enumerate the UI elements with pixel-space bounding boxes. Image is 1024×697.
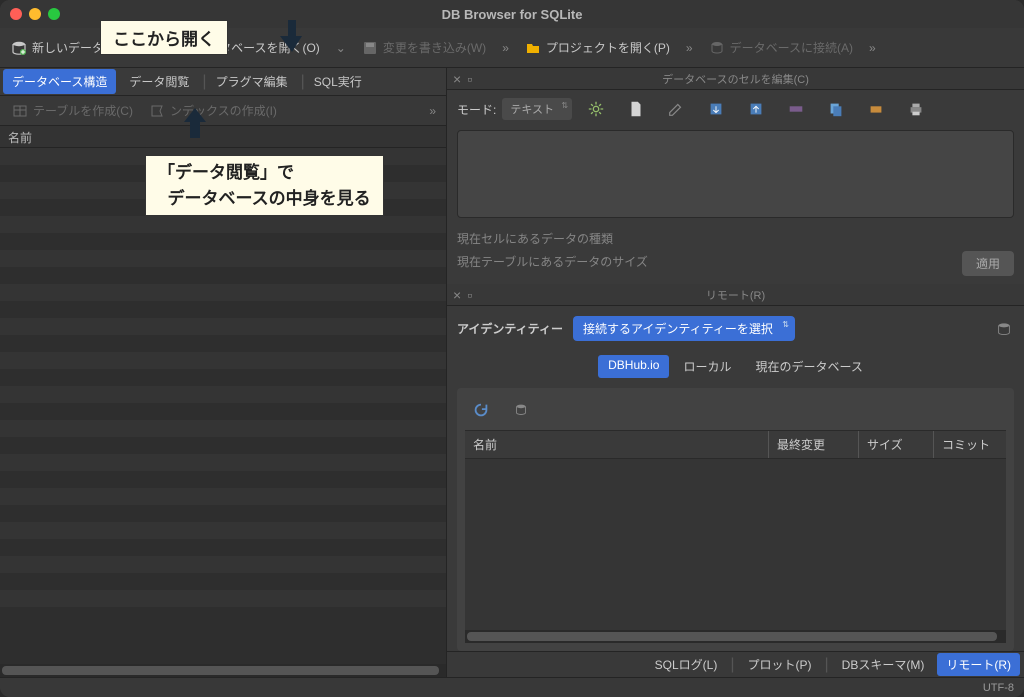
structure-subtoolbar: テーブルを作成(C) ンデックスの作成(I) »: [0, 96, 446, 126]
more-chevron-2[interactable]: »: [680, 41, 699, 55]
edit-icon[interactable]: [666, 99, 686, 119]
btab-schema[interactable]: DBスキーマ(M): [833, 653, 934, 676]
close-window[interactable]: [10, 8, 22, 20]
subtools-more[interactable]: »: [423, 104, 442, 118]
remote-tab-local[interactable]: ローカル: [673, 355, 741, 378]
clear-icon[interactable]: [866, 99, 886, 119]
tab-browse[interactable]: データ閲覧: [120, 69, 198, 94]
remote-list[interactable]: [465, 459, 1006, 630]
cell-editor-header: × ▫ データベースのセルを編集(C): [447, 68, 1024, 90]
cell-textarea[interactable]: [457, 130, 1014, 218]
structure-list[interactable]: [0, 148, 446, 664]
col-name[interactable]: 名前: [465, 431, 769, 458]
remote-hscroll[interactable]: [465, 630, 1006, 643]
open-db-chevron-icon[interactable]: ⌄: [330, 41, 352, 55]
index-icon: [149, 103, 165, 119]
write-changes-button[interactable]: 変更を書き込み(W): [354, 34, 494, 61]
col-last[interactable]: 最終変更: [769, 431, 859, 458]
btab-plot[interactable]: プロット(P): [739, 653, 821, 676]
export-icon[interactable]: [746, 99, 766, 119]
left-tabs: データベース構造 データ閲覧 | プラグマ編集 | SQL実行: [0, 68, 446, 96]
tab-structure[interactable]: データベース構造: [3, 69, 116, 94]
window-title: DB Browser for SQLite: [442, 7, 583, 22]
table-icon: [12, 103, 28, 119]
open-project-button[interactable]: プロジェクトを開く(P): [517, 34, 678, 61]
identity-label: アイデンティティー: [457, 320, 563, 337]
minimize-window[interactable]: [29, 8, 41, 20]
document-icon[interactable]: [626, 99, 646, 119]
remote-header: × ▫ リモート(R): [447, 284, 1024, 306]
remote-dock-undock-icon[interactable]: ▫: [467, 287, 472, 303]
remote-dock-close-icon[interactable]: ×: [453, 287, 461, 303]
annotation-arrow-up-icon: [184, 108, 206, 143]
remote-tab-current[interactable]: 現在のデータベース: [745, 355, 872, 378]
apply-button[interactable]: 適用: [962, 251, 1014, 276]
remote-table-header: 名前 最終変更 サイズ コミット: [465, 430, 1006, 459]
create-index-button[interactable]: ンデックスの作成(I): [141, 97, 285, 124]
connect-database-button[interactable]: データベースに接続(A): [701, 34, 861, 61]
statusbar: UTF-8: [0, 677, 1024, 697]
copy-icon[interactable]: [826, 99, 846, 119]
cell-type-info: 現在セルにあるデータの種類: [457, 230, 1014, 247]
col-commit[interactable]: コミット: [934, 431, 1006, 458]
save-icon: [362, 40, 378, 56]
list-header-name: 名前: [0, 126, 446, 148]
cell-size-info: 現在テーブルにあるデータのサイズ: [457, 253, 648, 270]
null-icon[interactable]: [786, 99, 806, 119]
remote-db-icon[interactable]: [511, 400, 531, 420]
connect-icon: [709, 40, 725, 56]
bottom-tabs: SQLログ(L) | プロット(P) | DBスキーマ(M) リモート(R): [447, 651, 1024, 677]
print-icon[interactable]: [906, 99, 926, 119]
tab-sql[interactable]: SQL実行: [305, 69, 371, 94]
maximize-window[interactable]: [48, 8, 60, 20]
annotation-callout-browse: 「データ閲覧」で データベースの中身を見る: [145, 155, 384, 216]
annotation-arrow-down-icon: [280, 20, 304, 57]
gear-icon[interactable]: [586, 99, 606, 119]
remote-settings-icon[interactable]: [994, 319, 1014, 339]
annotation-callout-open: ここから開く: [100, 20, 228, 55]
import-icon[interactable]: [706, 99, 726, 119]
remote-tab-dbhub[interactable]: DBHub.io: [598, 355, 669, 378]
mode-label: モード:: [457, 101, 496, 118]
identity-select[interactable]: 接続するアイデンティティーを選択: [573, 316, 795, 341]
create-table-button[interactable]: テーブルを作成(C): [4, 97, 141, 124]
more-chevron-3[interactable]: »: [863, 41, 882, 55]
hscrollbar[interactable]: [0, 664, 446, 677]
dock-close-icon[interactable]: ×: [453, 71, 461, 87]
btab-sqllog[interactable]: SQLログ(L): [646, 653, 727, 676]
new-db-icon: [11, 40, 27, 56]
tab-pragma[interactable]: プラグマ編集: [207, 69, 297, 94]
project-icon: [525, 40, 541, 56]
refresh-icon[interactable]: [471, 400, 491, 420]
btab-remote[interactable]: リモート(R): [937, 653, 1020, 676]
col-size[interactable]: サイズ: [859, 431, 934, 458]
more-chevron-1[interactable]: »: [496, 41, 515, 55]
dock-undock-icon[interactable]: ▫: [467, 71, 472, 87]
mode-select[interactable]: テキスト: [502, 98, 572, 120]
encoding-label: UTF-8: [983, 682, 1014, 694]
